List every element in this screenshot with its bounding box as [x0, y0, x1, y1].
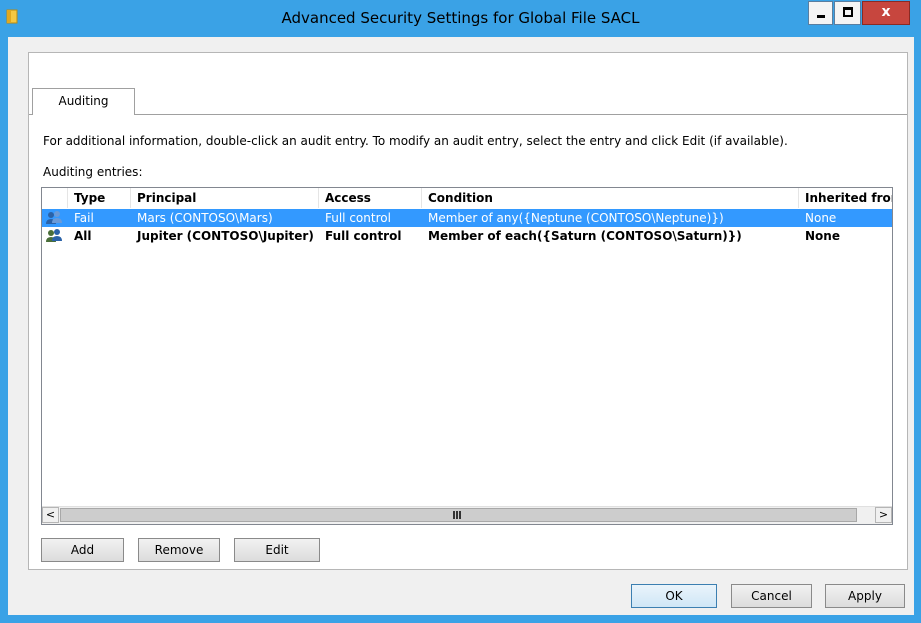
title-bar[interactable]: Advanced Security Settings for Global Fi… [0, 0, 921, 37]
close-icon: x [881, 4, 891, 20]
cell-access: Full control [325, 229, 402, 243]
cancel-button[interactable]: Cancel [731, 584, 812, 608]
edit-button[interactable]: Edit [234, 538, 320, 562]
column-header-icon[interactable] [42, 188, 68, 208]
ok-button[interactable]: OK [631, 584, 717, 608]
users-icon [46, 211, 62, 224]
column-header-inherited-from[interactable]: Inherited from [799, 188, 892, 208]
cell-inherited-from: None [805, 211, 837, 225]
window-title: Advanced Security Settings for Global Fi… [281, 9, 640, 27]
table-row[interactable]: All Jupiter (CONTOSO\Jupiter) Full contr… [42, 227, 892, 245]
remove-button[interactable]: Remove [138, 538, 220, 562]
column-header-condition[interactable]: Condition [422, 188, 799, 208]
scrollbar-thumb[interactable] [60, 508, 857, 522]
list-header: Type Principal Access Condition Inherite… [42, 188, 892, 210]
column-header-principal[interactable]: Principal [131, 188, 319, 208]
users-icon [46, 229, 62, 242]
tab-panel: Auditing For additional information, dou… [28, 52, 908, 570]
apply-button[interactable]: Apply [825, 584, 905, 608]
auditing-entries-list[interactable]: Type Principal Access Condition Inherite… [41, 187, 893, 525]
cell-inherited-from: None [805, 229, 840, 243]
horizontal-scrollbar[interactable]: < > [42, 506, 892, 524]
cell-condition: Member of any({Neptune (CONTOSO\Neptune)… [428, 211, 724, 225]
close-button[interactable]: x [862, 1, 910, 25]
table-row[interactable]: Fail Mars (CONTOSO\Mars) Full control Me… [42, 209, 892, 227]
cell-principal: Jupiter (CONTOSO\Jupiter) [137, 229, 314, 243]
column-header-access[interactable]: Access [319, 188, 422, 208]
scroll-left-button[interactable]: < [42, 507, 59, 523]
cell-access: Full control [325, 211, 391, 225]
cell-type: Fail [74, 211, 94, 225]
scroll-right-button[interactable]: > [875, 507, 892, 523]
tab-auditing[interactable]: Auditing [32, 88, 135, 115]
auditing-entries-label: Auditing entries: [43, 165, 143, 179]
column-header-type[interactable]: Type [68, 188, 131, 208]
dialog-client-area: Auditing For additional information, dou… [8, 37, 914, 615]
dialog-window: Advanced Security Settings for Global Fi… [0, 0, 921, 623]
add-button[interactable]: Add [41, 538, 124, 562]
cell-type: All [74, 229, 92, 243]
minimize-icon [817, 15, 825, 18]
tab-divider [29, 114, 907, 115]
minimize-button[interactable] [808, 1, 833, 25]
cell-principal: Mars (CONTOSO\Mars) [137, 211, 273, 225]
grip-icon [453, 511, 462, 519]
maximize-icon [843, 7, 853, 17]
info-text: For additional information, double-click… [43, 134, 788, 148]
cell-condition: Member of each({Saturn (CONTOSO\Saturn)}… [428, 229, 742, 243]
maximize-button[interactable] [834, 1, 861, 25]
